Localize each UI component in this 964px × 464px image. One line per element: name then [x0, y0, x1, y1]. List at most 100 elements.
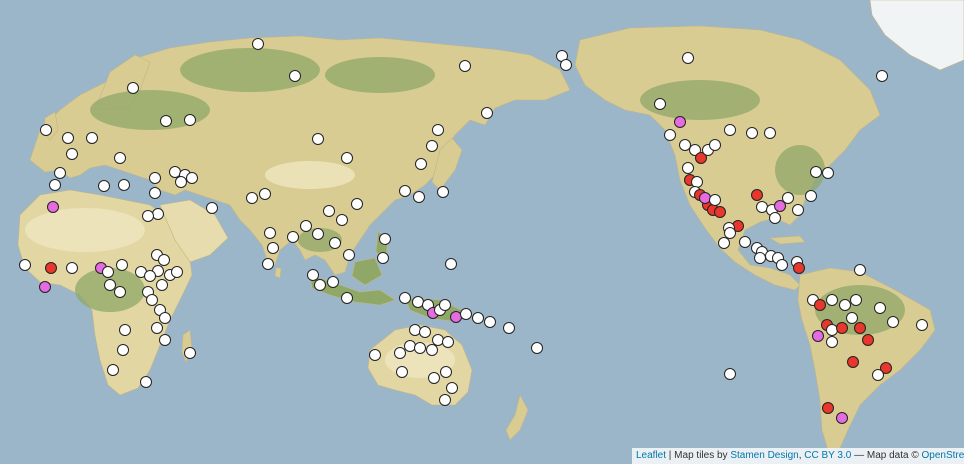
site-marker-white[interactable] — [175, 176, 187, 188]
site-marker-white[interactable] — [439, 394, 451, 406]
site-marker-white[interactable] — [822, 167, 834, 179]
site-marker-white[interactable] — [184, 114, 196, 126]
site-marker-white[interactable] — [158, 254, 170, 266]
site-marker-white[interactable] — [428, 372, 440, 384]
site-marker-white[interactable] — [394, 347, 406, 359]
site-marker-white[interactable] — [186, 172, 198, 184]
site-marker-white[interactable] — [146, 294, 158, 306]
site-marker-white[interactable] — [442, 336, 454, 348]
site-marker-white[interactable] — [379, 233, 391, 245]
site-marker-white[interactable] — [754, 252, 766, 264]
site-marker-white[interactable] — [810, 166, 822, 178]
site-marker-white[interactable] — [351, 198, 363, 210]
site-marker-white[interactable] — [691, 176, 703, 188]
site-marker-white[interactable] — [104, 279, 116, 291]
site-marker-white[interactable] — [127, 82, 139, 94]
site-marker-white[interactable] — [531, 342, 543, 354]
map-canvas[interactable] — [0, 0, 964, 464]
site-marker-white[interactable] — [419, 326, 431, 338]
site-marker-white[interactable] — [156, 279, 168, 291]
site-marker-white[interactable] — [159, 312, 171, 324]
site-marker-white[interactable] — [98, 180, 110, 192]
site-marker-white[interactable] — [459, 60, 471, 72]
site-marker-white[interactable] — [323, 205, 335, 217]
site-marker-white[interactable] — [654, 98, 666, 110]
site-marker-white[interactable] — [484, 316, 496, 328]
site-marker-white[interactable] — [412, 296, 424, 308]
site-marker-white[interactable] — [300, 220, 312, 232]
site-marker-white[interactable] — [409, 324, 421, 336]
site-marker-red[interactable] — [822, 402, 834, 414]
site-marker-white[interactable] — [327, 276, 339, 288]
site-marker-white[interactable] — [336, 214, 348, 226]
site-marker-white[interactable] — [114, 286, 126, 298]
site-marker-white[interactable] — [66, 148, 78, 160]
site-marker-red[interactable] — [836, 322, 848, 334]
site-marker-white[interactable] — [709, 194, 721, 206]
site-marker-white[interactable] — [413, 191, 425, 203]
site-marker-white[interactable] — [826, 324, 838, 336]
site-marker-white[interactable] — [682, 52, 694, 64]
site-marker-white[interactable] — [460, 308, 472, 320]
site-marker-white[interactable] — [119, 324, 131, 336]
site-marker-white[interactable] — [160, 115, 172, 127]
site-marker-white[interactable] — [149, 187, 161, 199]
site-marker-white[interactable] — [887, 316, 899, 328]
site-marker-white[interactable] — [782, 192, 794, 204]
site-marker-white[interactable] — [114, 152, 126, 164]
osm-link[interactable]: OpenStreetMap — [922, 450, 964, 461]
site-marker-white[interactable] — [850, 294, 862, 306]
site-marker-white[interactable] — [377, 252, 389, 264]
site-marker-white[interactable] — [169, 166, 181, 178]
leaflet-link[interactable]: Leaflet — [636, 450, 666, 461]
site-marker-white[interactable] — [140, 376, 152, 388]
site-marker-white[interactable] — [437, 186, 449, 198]
site-marker-white[interactable] — [724, 124, 736, 136]
site-marker-white[interactable] — [709, 139, 721, 151]
site-marker-white[interactable] — [259, 188, 271, 200]
site-marker-white[interactable] — [312, 228, 324, 240]
site-marker-white[interactable] — [312, 133, 324, 145]
site-marker-white[interactable] — [314, 279, 326, 291]
site-marker-white[interactable] — [66, 262, 78, 274]
site-marker-white[interactable] — [414, 342, 426, 354]
site-marker-pink[interactable] — [450, 311, 462, 323]
site-marker-white[interactable] — [399, 292, 411, 304]
site-marker-white[interactable] — [472, 312, 484, 324]
site-marker-pink[interactable] — [836, 412, 848, 424]
site-marker-white[interactable] — [86, 132, 98, 144]
site-marker-white[interactable] — [503, 322, 515, 334]
site-marker-white[interactable] — [724, 368, 736, 380]
site-marker-white[interactable] — [102, 266, 114, 278]
site-marker-white[interactable] — [396, 366, 408, 378]
site-marker-white[interactable] — [307, 269, 319, 281]
site-marker-white[interactable] — [764, 127, 776, 139]
site-marker-white[interactable] — [118, 179, 130, 191]
site-marker-red[interactable] — [862, 334, 874, 346]
site-marker-white[interactable] — [341, 152, 353, 164]
site-marker-white[interactable] — [287, 231, 299, 243]
site-marker-red[interactable] — [714, 206, 726, 218]
site-marker-pink[interactable] — [674, 116, 686, 128]
site-marker-white[interactable] — [776, 259, 788, 271]
map-view[interactable]: Leaflet | Map tiles by Stamen Design, CC… — [0, 0, 964, 464]
site-marker-white[interactable] — [49, 179, 61, 191]
site-marker-white[interactable] — [343, 249, 355, 261]
site-marker-pink[interactable] — [47, 201, 59, 213]
site-marker-white[interactable] — [481, 107, 493, 119]
site-marker-pink[interactable] — [699, 192, 711, 204]
site-marker-white[interactable] — [440, 366, 452, 378]
site-marker-white[interactable] — [446, 382, 458, 394]
site-marker-white[interactable] — [826, 294, 838, 306]
site-marker-white[interactable] — [142, 210, 154, 222]
site-marker-white[interactable] — [426, 344, 438, 356]
site-marker-white[interactable] — [149, 172, 161, 184]
site-marker-white[interactable] — [439, 299, 451, 311]
site-marker-white[interactable] — [159, 334, 171, 346]
license-link[interactable]: CC BY 3.0 — [804, 450, 851, 461]
site-marker-white[interactable] — [289, 70, 301, 82]
site-marker-white[interactable] — [369, 349, 381, 361]
site-marker-white[interactable] — [839, 299, 851, 311]
site-marker-white[interactable] — [107, 364, 119, 376]
site-marker-red[interactable] — [751, 189, 763, 201]
